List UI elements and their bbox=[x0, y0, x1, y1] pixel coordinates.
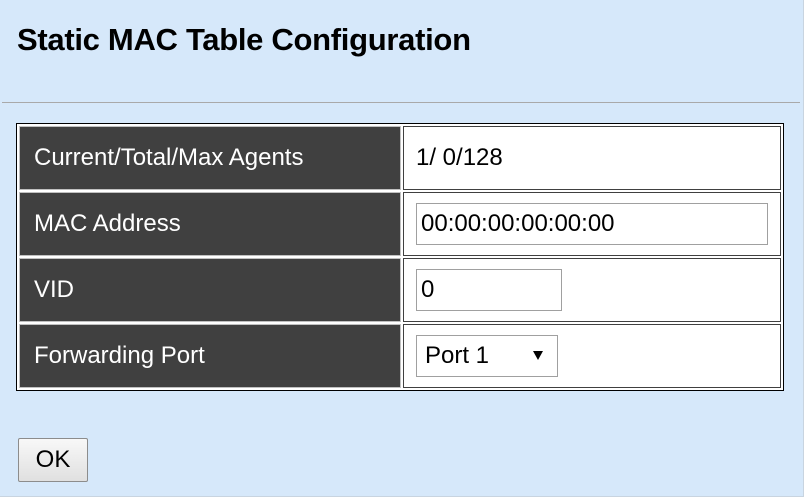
row-forwarding-port: Forwarding Port Port 1 bbox=[19, 324, 781, 388]
forwarding-port-select[interactable]: Port 1 bbox=[416, 335, 558, 377]
vid-input[interactable] bbox=[416, 269, 562, 311]
row-agents: Current/Total/Max Agents 1/ 0/128 bbox=[19, 126, 781, 190]
mac-address-input[interactable] bbox=[416, 203, 768, 245]
forwarding-port-cell: Port 1 bbox=[403, 324, 781, 388]
agents-label: Current/Total/Max Agents bbox=[19, 126, 401, 190]
ok-button[interactable]: OK bbox=[18, 438, 88, 482]
forwarding-port-selected-value: Port 1 bbox=[425, 342, 490, 369]
page-title: Static MAC Table Configuration bbox=[17, 22, 471, 57]
static-mac-config-table: Current/Total/Max Agents 1/ 0/128 MAC Ad… bbox=[16, 123, 784, 391]
mac-address-label: MAC Address bbox=[19, 192, 401, 256]
agents-value: 1/ 0/128 bbox=[403, 126, 781, 190]
page-background: Static MAC Table Configuration Current/T… bbox=[0, 0, 804, 497]
title-divider bbox=[2, 102, 800, 103]
dropdown-arrow-icon bbox=[533, 351, 543, 360]
mac-address-cell bbox=[403, 192, 781, 256]
vid-label: VID bbox=[19, 258, 401, 322]
vid-cell bbox=[403, 258, 781, 322]
forwarding-port-label: Forwarding Port bbox=[19, 324, 401, 388]
row-vid: VID bbox=[19, 258, 781, 322]
row-mac-address: MAC Address bbox=[19, 192, 781, 256]
